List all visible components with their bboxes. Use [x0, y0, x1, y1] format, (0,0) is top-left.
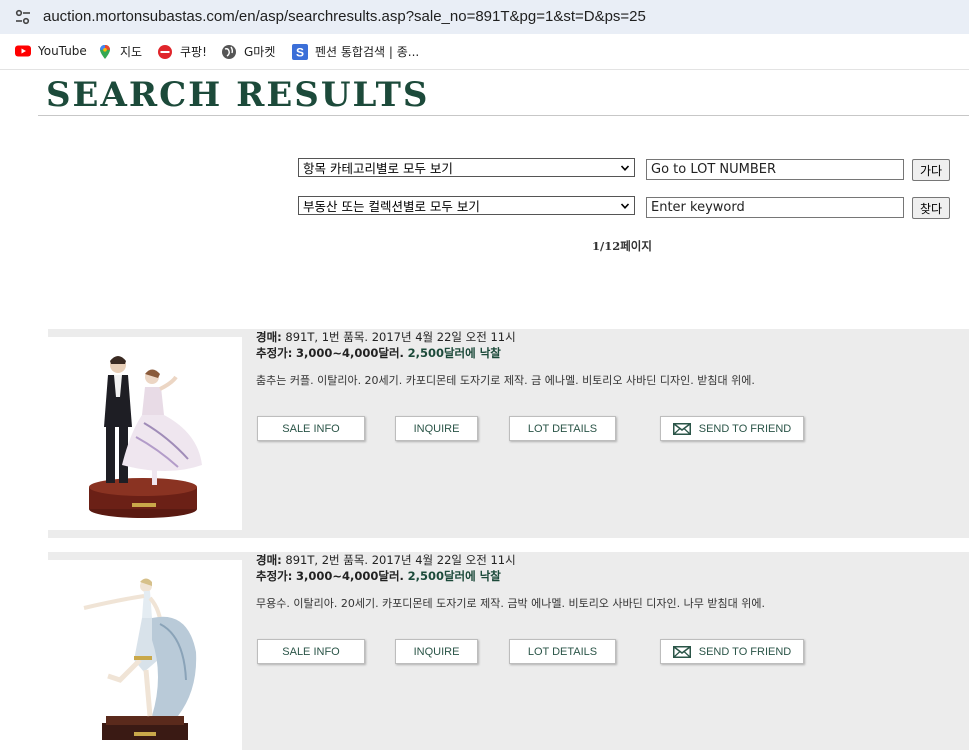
send-to-friend-button[interactable]: SEND TO FRIEND: [660, 639, 804, 664]
lot-image[interactable]: [48, 560, 242, 750]
category-select-value: 항목 카테고리별로 모두 보기: [303, 161, 453, 176]
bookmark-label: G마켓: [244, 45, 276, 59]
dancer-figurine: [83, 578, 197, 740]
chevron-down-icon: [620, 165, 630, 171]
lot-image[interactable]: [48, 337, 242, 530]
chevron-down-icon: [620, 203, 630, 209]
sale-label: 경매:: [256, 330, 282, 344]
lot-sale-info: 경매: 891T, 1번 품목. 2017년 4월 22일 오전 11시: [256, 329, 516, 345]
bookmark-label: 쿠팡!: [180, 45, 207, 59]
address-bar[interactable]: auction.mortonsubastas.com/en/asp/search…: [0, 0, 969, 34]
keyword-input[interactable]: [646, 197, 904, 218]
go-button[interactable]: 가다: [912, 159, 950, 181]
bookmark-pension-search[interactable]: S 펜션 통합검색 | 종...: [292, 43, 419, 60]
svg-text:S: S: [296, 45, 304, 59]
url-text[interactable]: auction.mortonsubastas.com/en/asp/search…: [43, 8, 646, 25]
estimate-value: 3,000~4,000달러.: [296, 569, 404, 583]
lot-row: 경매: 891T, 1번 품목. 2017년 4월 22일 오전 11시 추정가…: [48, 329, 969, 538]
lot-details-button[interactable]: LOT DETAILS: [509, 416, 616, 441]
bookmark-coupang[interactable]: 쿠팡!: [157, 43, 207, 60]
bookmarks-bar: YouTube 지도 쿠팡! G마켓 S 펜션 통합검색 | 종...: [0, 34, 969, 70]
sale-details: 891T, 1번 품목. 2017년 4월 22일 오전 11시: [285, 330, 516, 344]
send-to-friend-label: SEND TO FRIEND: [698, 422, 792, 435]
site-settings-icon[interactable]: [14, 8, 32, 26]
s-logo-icon: S: [292, 43, 308, 60]
bookmark-label: YouTube: [38, 44, 87, 58]
lot-estimate: 추정가: 3,000~4,000달러. 2,500달러에 낙찰: [256, 568, 501, 584]
send-to-friend-label: SEND TO FRIEND: [698, 645, 792, 658]
sold-price: 2,500달러에 낙찰: [407, 569, 501, 583]
send-to-friend-button[interactable]: SEND TO FRIEND: [660, 416, 804, 441]
lot-description: 무용수. 이탈리아. 20세기. 카포디몬테 도자기로 제작. 금박 에나멜. …: [256, 597, 765, 610]
lot-description: 춤추는 커플. 이탈리아. 20세기. 카포디몬테 도자기로 제작. 금 에나멜…: [256, 374, 755, 387]
bookmark-youtube[interactable]: YouTube: [15, 43, 87, 59]
estimate-value: 3,000~4,000달러.: [296, 346, 404, 360]
lot-row: 경매: 891T, 2번 품목. 2017년 4월 22일 오전 11시 추정가…: [48, 552, 969, 750]
collection-select[interactable]: 부동산 또는 컬렉션별로 모두 보기: [298, 196, 635, 215]
envelope-icon: [672, 422, 691, 435]
maps-pin-icon: [100, 44, 110, 59]
globe-icon: [222, 44, 236, 59]
bookmark-gmarket[interactable]: G마켓: [221, 43, 275, 60]
sold-price: 2,500달러에 낙찰: [407, 346, 501, 360]
youtube-icon: [15, 45, 31, 57]
estimate-label: 추정가:: [256, 346, 293, 360]
lot-sale-info: 경매: 891T, 2번 품목. 2017년 4월 22일 오전 11시: [256, 552, 516, 568]
find-button[interactable]: 찾다: [912, 197, 950, 219]
sale-info-button[interactable]: SALE INFO: [257, 639, 365, 664]
envelope-icon: [672, 645, 691, 658]
sale-info-button[interactable]: SALE INFO: [257, 416, 365, 441]
lot-details-button[interactable]: LOT DETAILS: [509, 639, 616, 664]
dancing-couple-figurine: [89, 356, 202, 518]
lot-number-input[interactable]: [646, 159, 904, 180]
inquire-button[interactable]: INQUIRE: [395, 416, 478, 441]
page-title: SEARCH RESULTS: [46, 75, 430, 115]
bookmark-maps[interactable]: 지도: [97, 43, 142, 60]
sale-details: 891T, 2번 품목. 2017년 4월 22일 오전 11시: [285, 553, 516, 567]
sale-label: 경매:: [256, 553, 282, 567]
bookmark-label: 펜션 통합검색 | 종...: [315, 45, 420, 59]
estimate-label: 추정가:: [256, 569, 293, 583]
collection-select-value: 부동산 또는 컬렉션별로 모두 보기: [303, 199, 480, 214]
bookmark-label: 지도: [120, 45, 143, 59]
category-select[interactable]: 항목 카테고리별로 모두 보기: [298, 158, 635, 177]
lot-estimate: 추정가: 3,000~4,000달러. 2,500달러에 낙찰: [256, 345, 501, 361]
coupang-icon: [158, 44, 172, 59]
page-indicator: 1/12페이지: [592, 239, 652, 253]
title-divider: [38, 115, 969, 116]
inquire-button[interactable]: INQUIRE: [395, 639, 478, 664]
